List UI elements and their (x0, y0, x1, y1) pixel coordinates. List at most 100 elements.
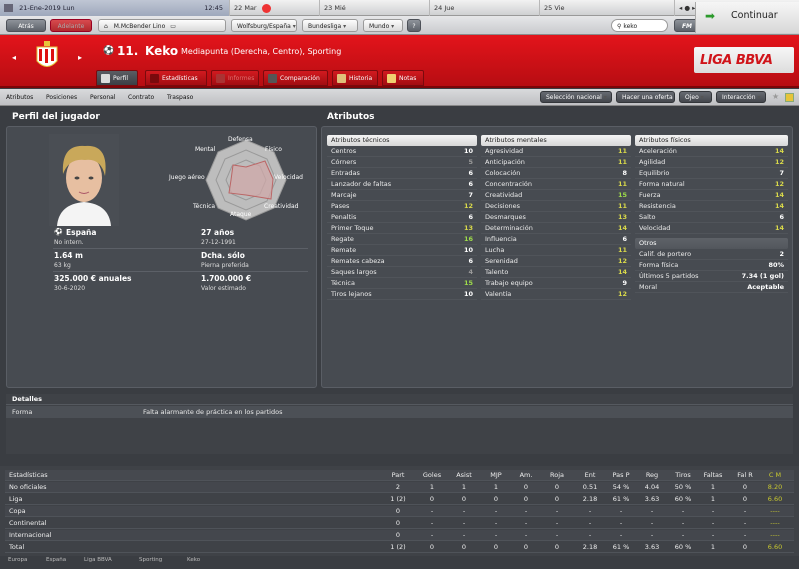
team-menu[interactable]: Wolfsburg/España (231, 19, 297, 32)
subnav-posiciones[interactable]: Posiciones (46, 89, 77, 106)
scout-button[interactable]: Ojeo (679, 91, 712, 103)
interaction-button[interactable]: Interacción (716, 91, 766, 103)
world-menu[interactable]: Mundo (363, 19, 403, 32)
attribute-value: 6 (468, 169, 473, 177)
table-row[interactable]: Total 1 (2) 0 0 0 0 0 2.18 61 % 3.63 60 % 1 0 6.60 (5, 542, 794, 553)
attribute-row: Tiros lejanos 10 (327, 289, 477, 300)
cell: - (494, 531, 498, 539)
cell: - (462, 519, 466, 527)
attributes-panel: Atributos técnicos Centros 10 Córners 5 Entr… (321, 126, 793, 388)
manager-menu[interactable]: ⌂ M.McBender Lino ▭ (98, 19, 226, 32)
attribute-row: Agresividad 11 (481, 146, 631, 157)
cell: 0 (742, 483, 748, 491)
table-row[interactable]: Internacional 0- - - - - - - - - - - ---- (5, 530, 794, 541)
breadcrumb-item[interactable]: Keko (187, 557, 200, 563)
column-header: Asist (456, 471, 472, 479)
column-header: Roja (550, 471, 564, 479)
radar-label: Creatividad (264, 203, 299, 210)
attribute-row: Agilidad 12 (635, 157, 788, 168)
attribute-value: 14 (774, 147, 784, 155)
column-header: MJP (490, 471, 502, 479)
cell: 60 % (674, 543, 692, 551)
attribute-row: Remate 10 (327, 245, 477, 256)
cell: 0 (554, 495, 560, 503)
attribute-name: Velocidad (639, 224, 671, 232)
table-row[interactable]: Copa 0- - - - - - - - - - - ---- (5, 506, 794, 517)
attribute-row: Decisiones 11 (481, 201, 631, 212)
subnav-atributos[interactable]: Atributos (6, 89, 33, 106)
other-list: Calif. de portero 2 Forma física 80% Últimos… (635, 249, 788, 293)
attribute-value: 13 (463, 224, 473, 232)
table-row[interactable]: No oficiales 2 1 1 1 0 0 0.51 54 % 4.04 50 % 1 0 8.20 (5, 482, 794, 493)
attribute-name: Córners (331, 158, 357, 166)
help-button[interactable]: ? (407, 19, 421, 32)
day-cell[interactable]: 25 Vie (540, 0, 675, 16)
day-cell[interactable]: 23 Mié (320, 0, 430, 16)
subnav-contrato[interactable]: Contrato (128, 89, 154, 106)
attribute-name: Calif. de portero (639, 250, 692, 258)
subnav-traspaso[interactable]: Traspaso (167, 89, 193, 106)
attribute-value: 7 (468, 191, 473, 199)
attribute-name: Penaltis (331, 213, 357, 221)
day-label: 24 Jue (434, 4, 455, 12)
cell: - (743, 507, 747, 515)
tab-estadisticas[interactable]: Estadísticas (145, 70, 207, 86)
day-cell[interactable]: 24 Jue (430, 0, 540, 16)
attribute-row: Resistencia 14 (635, 201, 788, 212)
star-icon[interactable]: ★ (772, 92, 779, 101)
attribute-name: Fuerza (639, 191, 661, 199)
next-player-icon[interactable]: ▸ (78, 53, 82, 62)
search-input[interactable]: ⚲ keko (611, 19, 668, 32)
cell: 2 (395, 483, 401, 491)
breadcrumb-item[interactable]: España (46, 557, 66, 563)
tab-comparacion[interactable]: Comparación (263, 70, 328, 86)
day-cell[interactable]: 22 Mar (230, 0, 320, 16)
make-offer-button[interactable]: Hacer una oferta (616, 91, 675, 103)
cell: 0 (742, 495, 748, 503)
cell: 0 (742, 543, 748, 551)
breadcrumb-item[interactable]: Europa (8, 557, 27, 563)
tab-perfil[interactable]: Perfil (96, 70, 138, 86)
player-photo (49, 134, 119, 226)
radar-label: Defensa (228, 136, 253, 143)
preferred-foot-label: Pierna preferida (201, 262, 249, 269)
cell: 2.18 (582, 543, 598, 551)
league-menu[interactable]: Bundesliga (302, 19, 358, 32)
back-button[interactable]: Atrás (6, 19, 46, 32)
attribute-row: Lucha 11 (481, 245, 631, 256)
table-row[interactable]: Liga 1 (2) 0 0 0 0 0 2.18 61 % 3.63 60 % 1 0 6.60 (5, 494, 794, 505)
table-row[interactable]: Continental 0- - - - - - - - - - - ---- (5, 518, 794, 529)
nationality[interactable]: España (66, 228, 96, 237)
column-header: Pas P (612, 471, 630, 479)
subnav-personal[interactable]: Personal (90, 89, 116, 106)
cell: 1 (710, 543, 716, 551)
continue-button[interactable]: ➡ Continuar (695, 2, 799, 33)
current-date[interactable]: 21-Ene-2019 Lun 12:45 (0, 0, 230, 16)
row-label: Liga (9, 495, 23, 503)
cell: - (555, 507, 559, 515)
attribute-row: Calif. de portero 2 (635, 249, 788, 260)
attribute-row: Serenidad 12 (481, 256, 631, 267)
attribute-row: Fuerza 14 (635, 190, 788, 201)
tab-notas[interactable]: Notas (382, 70, 424, 86)
date-label: 21-Ene-2019 Lun (19, 4, 75, 12)
attribute-row: Centros 10 (327, 146, 477, 157)
shortlist-icon[interactable] (785, 93, 794, 102)
tab-informes[interactable]: Informes (211, 70, 259, 86)
contract-expiry: 30-6-2020 (54, 285, 86, 292)
radar-label: Técnica (193, 203, 216, 210)
attribute-row: Valentía 12 (481, 289, 631, 300)
national-team-button[interactable]: Selección nacional (540, 91, 612, 103)
breadcrumb-item[interactable]: Liga BBVA (84, 557, 112, 563)
forward-button[interactable]: Adelante (50, 19, 92, 32)
breadcrumb-item[interactable]: Sporting (139, 557, 162, 563)
attribute-value: 10 (463, 246, 473, 254)
cell: - (494, 507, 498, 515)
tab-historia[interactable]: Historia (332, 70, 378, 86)
attribute-row: Creatividad 15 (481, 190, 631, 201)
attribute-value: 6 (468, 257, 473, 265)
compare-icon (268, 74, 277, 83)
home-icon: ⌂ (104, 23, 108, 30)
cell: 0.51 (582, 483, 598, 491)
prev-player-icon[interactable]: ◂ (12, 53, 16, 62)
